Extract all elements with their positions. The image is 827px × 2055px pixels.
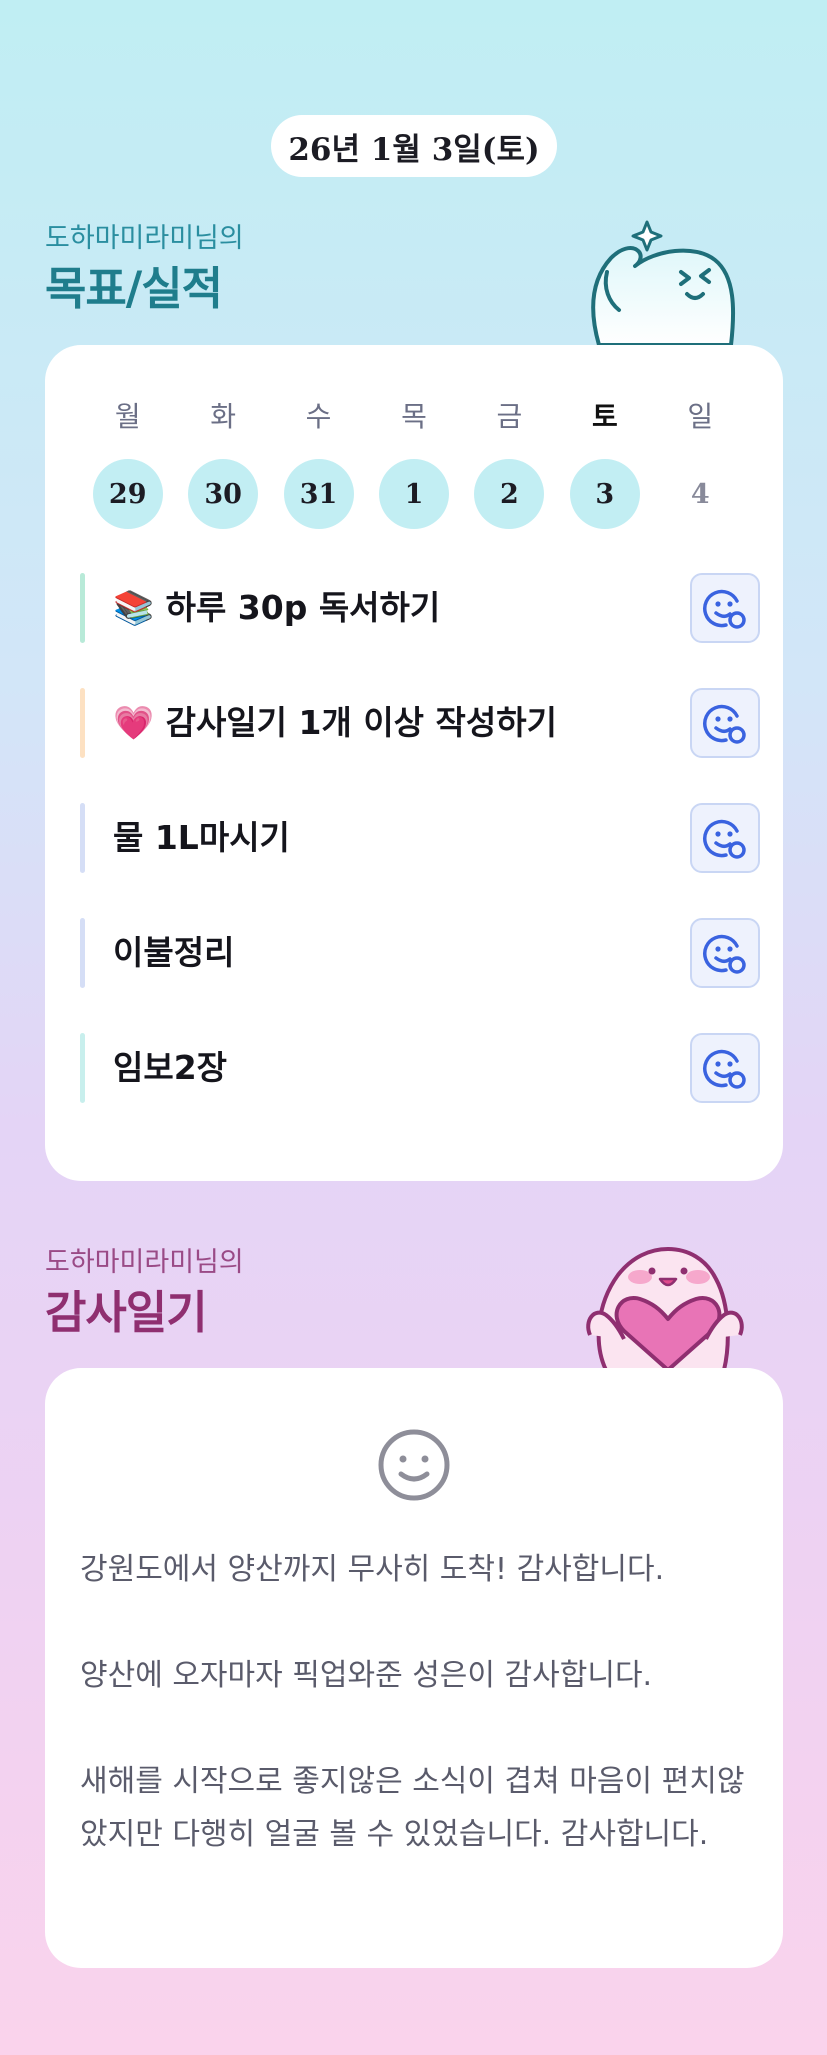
date-label[interactable]: 26년 1월 3일(토) (271, 115, 557, 177)
smiley-add-icon (703, 934, 746, 974)
goals-card: 월 화 수 목 금 토 일 29 30 31 1 2 3 4 📚 하루 30p … (45, 345, 783, 1181)
smiley-icon[interactable] (377, 1428, 451, 1502)
weekday-label: 금 (496, 400, 523, 433)
goal-text: 💗 감사일기 1개 이상 작성하기 (113, 703, 557, 742)
date-circle[interactable]: 29 (92, 459, 163, 529)
date-circle[interactable]: 4 (665, 459, 735, 529)
weekday-label: 목 (401, 400, 427, 433)
goals-subtitle: 도하마미라미님의 (45, 223, 244, 254)
gratitude-card: 강원도에서 양산까지 무사히 도착! 감사합니다. 양산에 오자마자 픽업와준 … (45, 1368, 783, 1968)
date-row: 29 30 31 1 2 3 4 (80, 459, 748, 529)
weekday-row: 월 화 수 목 금 토 일 (80, 395, 748, 435)
goal-item: 물 1L마시기 (80, 803, 760, 918)
smiley-add-icon (703, 704, 746, 744)
goal-text: 📚 하루 30p 독서하기 (113, 588, 441, 627)
date-circle[interactable]: 30 (188, 459, 259, 529)
weekday-label-today: 토 (591, 400, 618, 433)
smiley-add-icon (703, 589, 746, 629)
date-circle-today[interactable]: 3 (569, 459, 640, 529)
goal-status-button[interactable] (690, 573, 760, 643)
goal-status-button[interactable] (690, 1033, 760, 1103)
weekday-label: 수 (305, 400, 332, 433)
smiley-add-icon (703, 1049, 746, 1089)
weekday-label: 일 (687, 400, 714, 433)
gratitude-entry: 새해를 시작으로 좋지않은 소식이 겹쳐 마음이 편치않았지만 다행히 얼굴 볼… (80, 1764, 745, 1852)
date-circle[interactable]: 1 (378, 459, 449, 529)
gratitude-entry: 강원도에서 양산까지 무사히 도착! 감사합니다. (80, 1552, 665, 1587)
goal-item: 임보2장 (80, 1033, 760, 1148)
date-circle[interactable]: 31 (283, 459, 354, 529)
goal-text: 이불정리 (113, 933, 235, 972)
weekday-label: 화 (210, 400, 237, 433)
gratitude-title: 감사일기 (45, 1286, 208, 1339)
goal-status-button[interactable] (690, 688, 760, 758)
goal-item: 이불정리 (80, 918, 760, 1033)
mascot-thumbs-up-icon (591, 220, 736, 345)
smiley-add-icon (703, 819, 746, 859)
date-circle[interactable]: 2 (474, 459, 545, 529)
goal-text: 임보2장 (113, 1048, 228, 1087)
goal-color-bar (80, 803, 85, 873)
goal-color-bar (80, 1033, 85, 1103)
goals-title: 목표/실적 (45, 262, 223, 315)
goal-status-button[interactable] (690, 918, 760, 988)
goal-item: 📚 하루 30p 독서하기 (80, 573, 760, 688)
gratitude-subtitle: 도하마미라미님의 (45, 1247, 244, 1278)
goal-list: 📚 하루 30p 독서하기 💗 감사일기 1개 이상 작성하기 물 1L마시기 … (80, 573, 760, 1148)
goal-status-button[interactable] (690, 803, 760, 873)
mascot-heart-icon (586, 1247, 744, 1370)
weekday-label: 월 (114, 400, 141, 433)
goal-color-bar (80, 688, 85, 758)
goal-text: 물 1L마시기 (113, 818, 290, 857)
goal-color-bar (80, 573, 85, 643)
goal-color-bar (80, 918, 85, 988)
goal-item: 💗 감사일기 1개 이상 작성하기 (80, 688, 760, 803)
gratitude-entries: 강원도에서 양산까지 무사히 도착! 감사합니다. 양산에 오자마자 픽업와준 … (80, 1543, 760, 1861)
gratitude-entry: 양산에 오자마자 픽업와준 성은이 감사합니다. (80, 1658, 653, 1693)
